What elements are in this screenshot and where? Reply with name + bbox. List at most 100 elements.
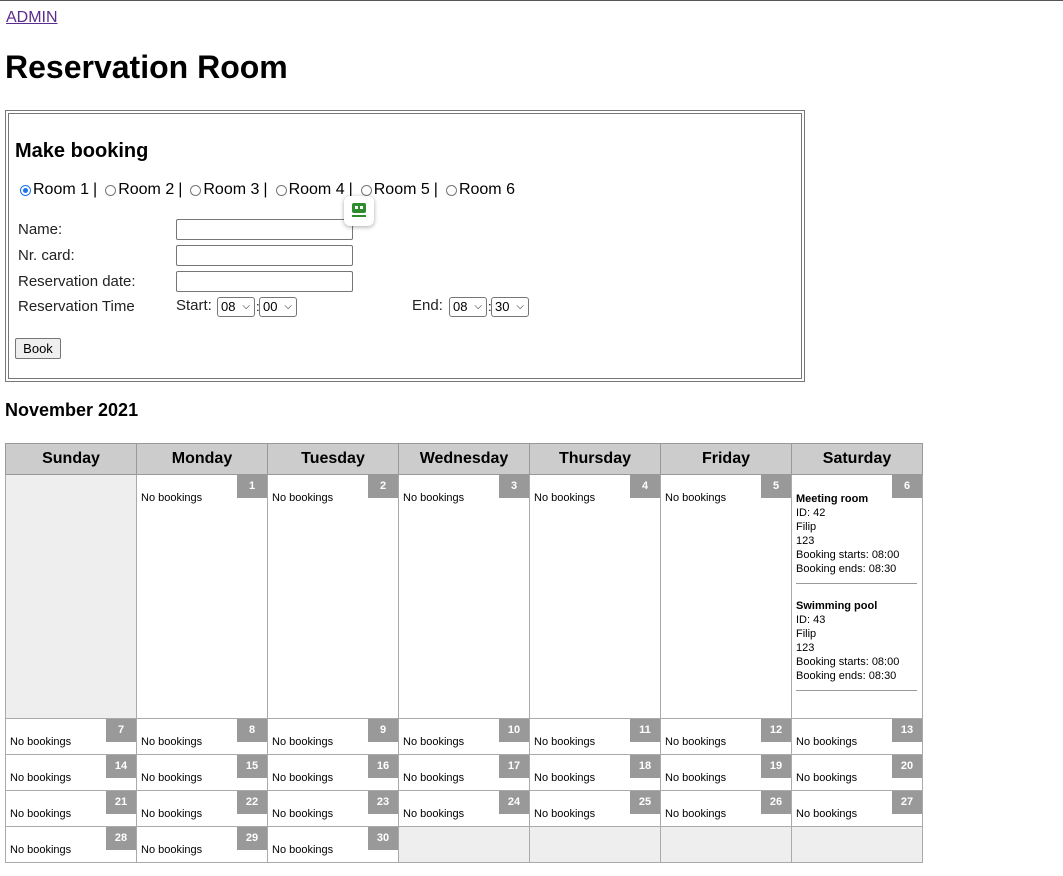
calendar-day-cell[interactable]: No bookings 25 — [529, 790, 661, 827]
calendar-day-cell[interactable]: No bookings 26 — [660, 790, 792, 827]
calendar-day-cell[interactable]: No bookings 19 — [660, 754, 792, 791]
calendar-day-cell[interactable]: Meeting room ID: 42 Filip 123 Booking starts… — [791, 474, 923, 719]
chevron-down-icon: ⌵ — [474, 301, 482, 312]
assistant-robot-icon[interactable] — [344, 196, 374, 226]
room-option-3[interactable]: Room 3 — [187, 181, 259, 199]
calendar-day-cell[interactable]: No bookings 29 — [136, 826, 268, 863]
calendar-day-cell[interactable]: No bookings 11 — [529, 718, 661, 755]
room-option-6[interactable]: Room 6 — [443, 181, 515, 199]
no-bookings-text: No bookings — [665, 736, 727, 748]
no-bookings-text: No bookings — [665, 772, 727, 784]
booking-ends: Booking ends: 08:30 — [796, 670, 897, 682]
day-number: 12 — [761, 719, 791, 742]
calendar-day-cell[interactable]: No bookings 15 — [136, 754, 268, 791]
no-bookings-text: No bookings — [141, 844, 203, 856]
no-bookings-text: No bookings — [796, 736, 858, 748]
calendar-day-cell[interactable]: No bookings 20 — [791, 754, 923, 791]
room-radio[interactable] — [105, 184, 117, 196]
room-radio[interactable] — [275, 184, 287, 196]
calendar-day-cell[interactable]: No bookings 9 — [267, 718, 399, 755]
room-label: Room 5 — [373, 181, 430, 198]
no-bookings-text: No bookings — [796, 808, 858, 820]
day-number: 6 — [892, 475, 922, 498]
start-hour-select[interactable]: 08 ⌵ — [217, 297, 255, 317]
calendar-day-cell[interactable]: No bookings 23 — [267, 790, 399, 827]
book-button[interactable]: Book — [15, 338, 61, 359]
weekday-header: Thursday — [529, 443, 661, 475]
room-radio[interactable] — [190, 184, 202, 196]
calendar-day-cell[interactable]: No bookings 13 — [791, 718, 923, 755]
calendar-day-cell[interactable]: No bookings 3 — [398, 474, 530, 719]
no-bookings-text: No bookings — [272, 736, 334, 748]
end-hour-select[interactable]: 08 ⌵ — [449, 297, 487, 317]
card-input[interactable] — [176, 245, 353, 266]
calendar-day-cell[interactable]: No bookings 5 — [660, 474, 792, 719]
room-option-4[interactable]: Room 4 — [273, 181, 345, 199]
calendar-day-cell[interactable]: No bookings 14 — [5, 754, 137, 791]
calendar-day-cell[interactable]: No bookings 17 — [398, 754, 530, 791]
end-minute-value: 30 — [495, 299, 510, 314]
weekday-header: Friday — [660, 443, 792, 475]
room-option-1[interactable]: Room 1 — [17, 181, 89, 199]
calendar-day-cell[interactable]: No bookings 24 — [398, 790, 530, 827]
calendar-day-cell[interactable]: No bookings 18 — [529, 754, 661, 791]
calendar-day-cell[interactable]: No bookings 7 — [5, 718, 137, 755]
start-minute-select[interactable]: 00 ⌵ — [259, 297, 297, 317]
admin-link[interactable]: ADMIN — [6, 9, 58, 27]
calendar-day-cell[interactable]: No bookings 4 — [529, 474, 661, 719]
booking-form-title: Make booking — [15, 140, 149, 162]
calendar-day-cell[interactable]: No bookings 12 — [660, 718, 792, 755]
no-bookings-text: No bookings — [534, 736, 596, 748]
calendar-day-cell[interactable]: No bookings 16 — [267, 754, 399, 791]
month-title: November 2021 — [5, 400, 139, 420]
chevron-down-icon: ⌵ — [242, 301, 250, 312]
calendar-day-cell[interactable]: No bookings 30 — [267, 826, 399, 863]
no-bookings-text: No bookings — [272, 492, 334, 504]
room-radio[interactable] — [445, 184, 457, 196]
room-radio[interactable] — [360, 184, 372, 196]
no-bookings-text: No bookings — [10, 808, 72, 820]
calendar-week-row: No bookings 14 No bookings 15 No bookings 16 N… — [5, 754, 923, 791]
room-option-2[interactable]: Room 2 — [102, 181, 174, 199]
booking-starts: Booking starts: 08:00 — [796, 656, 900, 668]
calendar-day-cell[interactable]: No bookings 1 — [136, 474, 268, 719]
room-separator: | — [433, 181, 438, 198]
weekday-header: Sunday — [5, 443, 137, 475]
name-label: Name: — [18, 221, 63, 238]
day-number: 13 — [892, 719, 922, 742]
day-number: 14 — [106, 755, 136, 778]
no-bookings-text: No bookings — [403, 772, 465, 784]
calendar-day-cell[interactable]: No bookings 10 — [398, 718, 530, 755]
calendar-day-cell[interactable]: No bookings 22 — [136, 790, 268, 827]
day-number: 15 — [237, 755, 267, 778]
room-radio[interactable] — [20, 184, 31, 196]
weekday-header: Wednesday — [398, 443, 530, 475]
booking-card: 123 — [796, 642, 815, 654]
calendar-empty-cell — [791, 826, 923, 863]
booking-ends: Booking ends: 08:30 — [796, 563, 897, 575]
room-label: Room 3 — [203, 181, 260, 198]
name-input[interactable] — [176, 219, 353, 240]
end-minute-select[interactable]: 30 ⌵ — [491, 297, 529, 317]
no-bookings-text: No bookings — [141, 736, 203, 748]
calendar-day-cell[interactable]: No bookings 21 — [5, 790, 137, 827]
booking-entry[interactable]: Swimming pool ID: 43 Filip 123 Booking start… — [796, 599, 917, 691]
no-bookings-text: No bookings — [10, 772, 72, 784]
calendar-day-cell[interactable]: No bookings 27 — [791, 790, 923, 827]
day-number: 5 — [761, 475, 791, 498]
calendar-day-cell[interactable]: No bookings 2 — [267, 474, 399, 719]
no-bookings-text: No bookings — [665, 492, 727, 504]
end-label: End: — [412, 297, 443, 314]
day-number: 3 — [499, 475, 529, 498]
calendar-day-cell[interactable]: No bookings 8 — [136, 718, 268, 755]
date-input[interactable] — [176, 271, 353, 292]
room-label: Room 6 — [458, 181, 515, 198]
no-bookings-text: No bookings — [534, 772, 596, 784]
no-bookings-text: No bookings — [403, 492, 465, 504]
day-number: 23 — [368, 791, 398, 814]
day-bookings: Meeting room ID: 42 Filip 123 Booking starts… — [796, 492, 917, 706]
calendar-day-cell[interactable]: No bookings 28 — [5, 826, 137, 863]
booking-entry[interactable]: Meeting room ID: 42 Filip 123 Booking starts… — [796, 492, 917, 584]
weekday-header: Saturday — [791, 443, 923, 475]
no-bookings-text: No bookings — [665, 808, 727, 820]
